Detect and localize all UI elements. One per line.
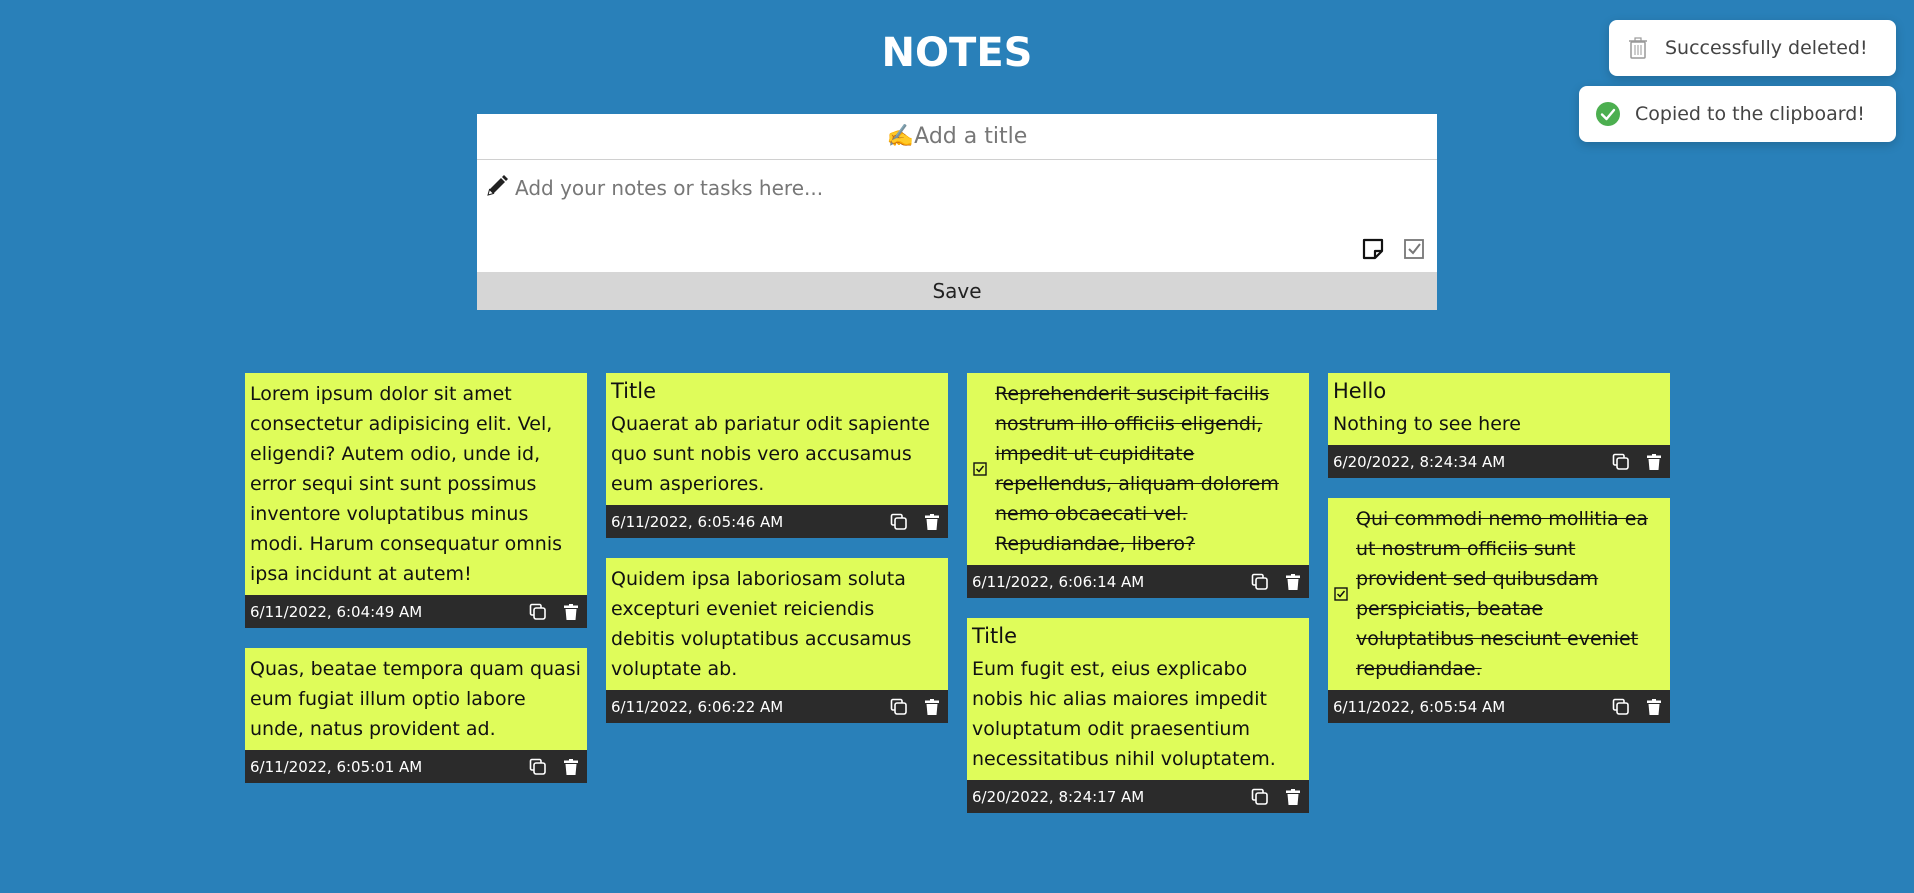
note-date: 6/11/2022, 6:05:46 AM <box>611 512 784 531</box>
copy-icon[interactable] <box>527 601 549 623</box>
title-input[interactable] <box>477 114 1437 160</box>
note-card: Quidem ipsa laboriosam soluta excepturi … <box>606 558 948 723</box>
note-date: 6/11/2022, 6:06:14 AM <box>972 572 1145 591</box>
toast-copied-text: Copied to the clipboard! <box>1635 103 1865 125</box>
notes-column: Hello Nothing to see here 6/20/2022, 8:2… <box>1328 373 1670 743</box>
note-footer: 6/11/2022, 6:05:01 AM <box>245 750 587 783</box>
notes-column: Reprehenderit suscipit facilis nostrum i… <box>967 373 1309 833</box>
note-date: 6/20/2022, 8:24:17 AM <box>972 787 1145 806</box>
trash-icon <box>1625 35 1651 61</box>
note-title: Title <box>972 624 1018 648</box>
copy-icon[interactable] <box>527 756 549 778</box>
notes-column: Lorem ipsum dolor sit amet consectetur a… <box>245 373 587 803</box>
task-text: Qui commodi nemo mollitia ea ut nostrum … <box>1356 508 1649 680</box>
trash-icon[interactable] <box>560 601 582 623</box>
note-date: 6/11/2022, 6:05:01 AM <box>250 757 423 776</box>
checked-box-icon[interactable] <box>1331 587 1351 601</box>
note-text: Quaerat ab pariatur odit sapiente quo su… <box>611 413 931 495</box>
copy-icon[interactable] <box>1610 696 1632 718</box>
trash-icon[interactable] <box>1282 571 1304 593</box>
note-text: Eum fugit est, eius explicabo nobis hic … <box>972 658 1276 770</box>
note-card: Title Eum fugit est, eius explicabo nobi… <box>967 618 1309 813</box>
note-input[interactable] <box>515 166 1395 226</box>
note-text: Nothing to see here <box>1333 413 1521 435</box>
note-text: Quidem ipsa laboriosam soluta excepturi … <box>611 568 912 680</box>
task-card: Qui commodi nemo mollitia ea ut nostrum … <box>1328 498 1670 723</box>
sticky-note-icon[interactable] <box>1360 236 1386 262</box>
note-footer: 6/20/2022, 8:24:34 AM <box>1328 445 1670 478</box>
pencil-icon <box>485 174 509 198</box>
copy-icon[interactable] <box>888 696 910 718</box>
note-footer: 6/11/2022, 6:04:49 AM <box>245 595 587 628</box>
note-footer: 6/11/2022, 6:06:22 AM <box>606 690 948 723</box>
note-editor: Save <box>477 114 1437 310</box>
note-card: Title Quaerat ab pariatur odit sapiente … <box>606 373 948 538</box>
note-text: Lorem ipsum dolor sit amet consectetur a… <box>250 383 563 585</box>
save-button[interactable]: Save <box>477 272 1437 310</box>
check-circle-icon <box>1595 101 1621 127</box>
note-date: 6/11/2022, 6:04:49 AM <box>250 602 423 621</box>
toast-deleted[interactable]: Successfully deleted! <box>1609 20 1896 76</box>
trash-icon[interactable] <box>921 511 943 533</box>
notes-column: Title Quaerat ab pariatur odit sapiente … <box>606 373 948 743</box>
note-date: 6/11/2022, 6:06:22 AM <box>611 697 784 716</box>
note-date: 6/11/2022, 6:05:54 AM <box>1333 697 1506 716</box>
note-footer: 6/11/2022, 6:06:14 AM <box>967 565 1309 598</box>
copy-icon[interactable] <box>1610 451 1632 473</box>
copy-icon[interactable] <box>1249 571 1271 593</box>
note-area <box>477 160 1437 272</box>
toast-deleted-text: Successfully deleted! <box>1665 37 1868 59</box>
note-footer: 6/20/2022, 8:24:17 AM <box>967 780 1309 813</box>
note-card: Hello Nothing to see here 6/20/2022, 8:2… <box>1328 373 1670 478</box>
checkbox-task-icon[interactable] <box>1401 236 1427 262</box>
note-footer: 6/11/2022, 6:05:46 AM <box>606 505 948 538</box>
note-footer: 6/11/2022, 6:05:54 AM <box>1328 690 1670 723</box>
trash-icon[interactable] <box>1643 696 1665 718</box>
note-card: Lorem ipsum dolor sit amet consectetur a… <box>245 373 587 628</box>
note-card: Quas, beatae tempora quam quasi eum fugi… <box>245 648 587 783</box>
checked-box-icon[interactable] <box>970 462 990 476</box>
trash-icon[interactable] <box>560 756 582 778</box>
toast-copied[interactable]: Copied to the clipboard! <box>1579 86 1896 142</box>
task-text: Reprehenderit suscipit facilis nostrum i… <box>995 383 1279 555</box>
trash-icon[interactable] <box>1643 451 1665 473</box>
copy-icon[interactable] <box>888 511 910 533</box>
note-title: Hello <box>1333 379 1387 403</box>
trash-icon[interactable] <box>921 696 943 718</box>
copy-icon[interactable] <box>1249 786 1271 808</box>
task-card: Reprehenderit suscipit facilis nostrum i… <box>967 373 1309 598</box>
note-date: 6/20/2022, 8:24:34 AM <box>1333 452 1506 471</box>
trash-icon[interactable] <box>1282 786 1304 808</box>
note-text: Quas, beatae tempora quam quasi eum fugi… <box>250 658 581 740</box>
note-title: Title <box>611 379 657 403</box>
